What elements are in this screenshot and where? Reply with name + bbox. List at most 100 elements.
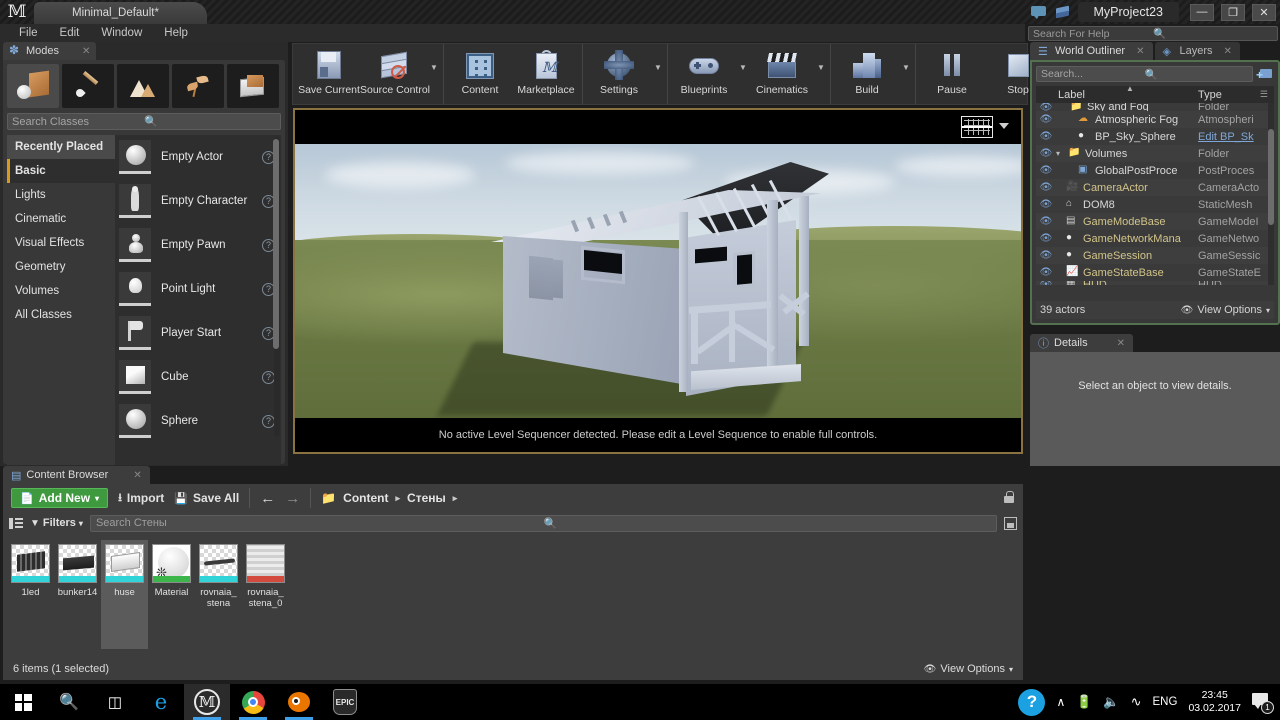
filters-button[interactable]: ▼ Filters ▾ bbox=[30, 517, 83, 529]
maximize-button[interactable]: ❐ bbox=[1221, 3, 1245, 21]
expand-arrow-icon[interactable]: ▾ bbox=[1056, 149, 1068, 158]
tab-details[interactable]: ⓘ Details ✕ bbox=[1030, 334, 1134, 352]
static-mesh-building[interactable] bbox=[481, 152, 911, 402]
list-item[interactable]: Player Start ? bbox=[115, 311, 281, 355]
visibility-icon[interactable]: 👁 bbox=[1036, 148, 1056, 159]
table-row[interactable]: 👁 ▤ GameModeBase GameModeI bbox=[1036, 213, 1274, 230]
table-row[interactable]: 👁 ▦ HUD HUD bbox=[1036, 281, 1274, 285]
task-view-icon[interactable]: ◫ bbox=[92, 684, 138, 720]
close-icon[interactable]: ✕ bbox=[133, 470, 141, 481]
epic-games-icon[interactable]: EPIC bbox=[322, 684, 368, 720]
table-row[interactable]: 👁 📈 GameStateBase GameStateE bbox=[1036, 264, 1274, 281]
asset-item[interactable]: 1led bbox=[7, 540, 54, 649]
visibility-icon[interactable]: 👁 bbox=[1036, 114, 1056, 125]
build-button[interactable]: Build bbox=[834, 44, 900, 104]
import-button[interactable]: ⭳ Import bbox=[118, 489, 164, 508]
help-icon[interactable]: ? bbox=[1018, 688, 1046, 716]
viewport-scene[interactable] bbox=[295, 144, 1021, 422]
row-type-link[interactable]: Edit BP_Sk bbox=[1198, 131, 1274, 143]
asset-item[interactable]: rovnaia_ stena_0 bbox=[242, 540, 289, 649]
search-classes-input[interactable]: Search Classes 🔍 bbox=[7, 113, 281, 130]
asset-item[interactable]: rovnaia_ stena bbox=[195, 540, 242, 649]
category-cinematic[interactable]: Cinematic bbox=[7, 207, 115, 231]
table-row[interactable]: 👁 ● GameNetworkMana GameNetwo bbox=[1036, 230, 1274, 247]
category-lights[interactable]: Lights bbox=[7, 183, 115, 207]
battery-icon[interactable]: 🔋 bbox=[1076, 694, 1092, 710]
category-recently-placed[interactable]: Recently Placed bbox=[7, 135, 115, 159]
help-search-input[interactable]: Search For Help 🔍 bbox=[1028, 26, 1278, 41]
tab-content-browser[interactable]: ▤ Content Browser ✕ bbox=[3, 466, 150, 484]
tab-world-outliner[interactable]: ☰ World Outliner ✕ bbox=[1030, 42, 1153, 60]
category-visual-effects[interactable]: Visual Effects bbox=[7, 231, 115, 255]
table-row[interactable]: 👁 📁 Sky and Fog Folder bbox=[1036, 103, 1274, 111]
view-options-button[interactable]: 👁 View Options ▾ bbox=[924, 663, 1013, 675]
action-center-icon[interactable]: 1 bbox=[1252, 692, 1274, 714]
table-row[interactable]: 👁 ● GameSession GameSessic bbox=[1036, 247, 1274, 264]
save-current-button[interactable]: Save Current bbox=[296, 44, 362, 104]
volume-icon[interactable]: 🔈 bbox=[1103, 694, 1119, 710]
pause-button[interactable]: Pause bbox=[919, 44, 985, 104]
table-row[interactable]: 👁 ▾ 📁 Volumes Folder bbox=[1036, 145, 1274, 162]
source-control-dropdown[interactable]: ▼ bbox=[428, 44, 440, 104]
asset-item[interactable]: bunker14 bbox=[54, 540, 101, 649]
visibility-icon[interactable]: 👁 bbox=[1036, 182, 1056, 193]
unreal-engine-icon[interactable]: 𝕄 bbox=[184, 684, 230, 720]
visibility-icon[interactable]: 👁 bbox=[1036, 233, 1056, 244]
clock[interactable]: 23:45 03.02.2017 bbox=[1188, 689, 1241, 715]
blueprints-dropdown[interactable]: ▼ bbox=[737, 44, 749, 104]
unreal-logo-icon[interactable]: 𝕄 bbox=[4, 1, 30, 23]
content-button[interactable]: Content bbox=[447, 44, 513, 104]
marketplace-launcher-icon[interactable] bbox=[1054, 4, 1072, 20]
save-all-button[interactable]: 💾 Save All bbox=[174, 491, 239, 505]
minimize-button[interactable]: — bbox=[1190, 3, 1214, 21]
source-control-button[interactable]: Source Control bbox=[360, 44, 430, 104]
close-icon[interactable]: ✕ bbox=[82, 46, 90, 57]
column-header-label[interactable]: Label bbox=[1036, 89, 1085, 101]
cinematics-dropdown[interactable]: ▼ bbox=[815, 44, 827, 104]
asset-item-selected[interactable]: huse bbox=[101, 540, 148, 649]
outliner-list[interactable]: 👁 📁 Sky and Fog Folder 👁 ☁ Atmospheric F… bbox=[1036, 103, 1274, 285]
visibility-icon[interactable]: 👁 bbox=[1036, 216, 1056, 227]
chrome-icon[interactable] bbox=[230, 684, 276, 720]
mode-landscape-button[interactable] bbox=[117, 64, 169, 108]
list-item[interactable]: Sphere ? bbox=[115, 399, 281, 443]
menu-window[interactable]: Window bbox=[90, 24, 153, 42]
close-icon[interactable]: ✕ bbox=[1224, 46, 1232, 57]
scrollbar-thumb[interactable] bbox=[1268, 129, 1274, 225]
column-settings-icon[interactable]: ☰ bbox=[1260, 89, 1268, 100]
category-geometry[interactable]: Geometry bbox=[7, 255, 115, 279]
asset-item[interactable]: ❊ Material bbox=[148, 540, 195, 649]
blender-icon[interactable] bbox=[276, 684, 322, 720]
scrollbar-track[interactable] bbox=[273, 137, 280, 437]
tab-layers[interactable]: ◈ Layers ✕ bbox=[1154, 42, 1240, 60]
nav-forward-button[interactable]: → bbox=[285, 490, 300, 507]
build-dropdown[interactable]: ▼ bbox=[900, 44, 912, 104]
language-indicator[interactable]: ENG bbox=[1153, 696, 1178, 708]
save-search-icon[interactable] bbox=[1004, 516, 1017, 530]
placeable-list[interactable]: Empty Actor ? Empty Character ? Empty Pa… bbox=[115, 135, 281, 465]
marketplace-button[interactable]: 𝕄 Marketplace bbox=[513, 44, 579, 104]
menu-help[interactable]: Help bbox=[153, 24, 199, 42]
category-all-classes[interactable]: All Classes bbox=[7, 303, 115, 327]
tab-modes[interactable]: Modes ✕ bbox=[3, 42, 97, 60]
visibility-icon[interactable]: 👁 bbox=[1036, 267, 1056, 278]
cinematics-button[interactable]: Cinematics bbox=[749, 44, 815, 104]
mode-paint-button[interactable] bbox=[62, 64, 114, 108]
nav-back-button[interactable]: ← bbox=[260, 490, 275, 507]
table-row[interactable]: 👁 ⌂ DOM8 StaticMesh bbox=[1036, 196, 1274, 213]
edge-icon[interactable]: e bbox=[138, 684, 184, 720]
show-hidden-icons-chevron[interactable]: ∧ bbox=[1056, 695, 1065, 709]
asset-search-input[interactable]: Search Стены 🔍 bbox=[89, 514, 997, 532]
breadcrumb-item-current[interactable]: Стены bbox=[407, 491, 446, 505]
level-tab[interactable]: Minimal_Default* bbox=[34, 2, 207, 24]
category-basic[interactable]: Basic bbox=[7, 159, 115, 183]
category-volumes[interactable]: Volumes bbox=[7, 279, 115, 303]
menu-edit[interactable]: Edit bbox=[49, 24, 91, 42]
chevron-down-icon[interactable] bbox=[999, 123, 1009, 129]
scrollbar-track[interactable] bbox=[1268, 103, 1274, 285]
create-folder-icon[interactable] bbox=[1256, 66, 1274, 82]
view-options-button[interactable]: 👁 View Options ▾ bbox=[1181, 304, 1270, 316]
list-item[interactable]: Empty Actor ? bbox=[115, 135, 281, 179]
sources-panel-icon[interactable] bbox=[9, 517, 23, 530]
visibility-icon[interactable]: 👁 bbox=[1036, 131, 1056, 142]
